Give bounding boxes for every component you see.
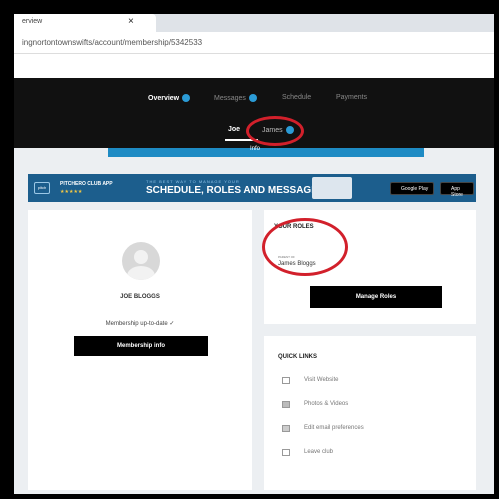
- profile-name: JOE BLOGGS: [120, 294, 160, 300]
- app-store-label: App Store: [451, 186, 463, 198]
- quick-links-card: QUICK LINKS Visit Website Photos & Video…: [264, 336, 476, 490]
- nav-payments-label: Payments: [336, 94, 368, 101]
- page-header-space: [14, 54, 494, 78]
- pitchero-logo: pitch: [34, 182, 50, 194]
- avatar-body-shape: [127, 266, 155, 280]
- quick-link-visit-website[interactable]: Visit Website: [282, 376, 462, 388]
- manage-roles-button[interactable]: Manage Roles: [310, 286, 442, 308]
- quick-link-label: Edit email preferences: [304, 425, 364, 431]
- quick-link-leave-club[interactable]: Leave club: [282, 448, 462, 460]
- info-bar-label: Info: [250, 146, 261, 152]
- nav-schedule-label: Schedule: [282, 94, 312, 101]
- nav-payments[interactable]: Payments: [336, 94, 367, 101]
- info-bar[interactable]: Info: [108, 146, 424, 157]
- browser-tab-title: erview: [22, 18, 43, 25]
- quick-link-label: Visit Website: [304, 377, 339, 383]
- screenshot-frame: erview × ingnortontownswifts/account/mem…: [0, 0, 499, 499]
- star-rating-icon: ★★★★★: [60, 189, 83, 195]
- banner-headline: SCHEDULE, ROLES AND MESSAGES: [146, 185, 325, 196]
- nav-overview[interactable]: Overview: [148, 94, 191, 102]
- browser-tab[interactable]: erview ×: [14, 14, 156, 32]
- quick-link-email-preferences[interactable]: Edit email preferences: [282, 424, 462, 436]
- avatar-head-shape: [134, 250, 148, 264]
- page-content: Info pitch PITCHERO CLUB APP ★★★★★ THE B…: [14, 146, 494, 494]
- subtab-joe[interactable]: Joe: [228, 126, 240, 133]
- nav-schedule[interactable]: Schedule: [282, 94, 311, 101]
- google-play-label: Google Play: [401, 186, 429, 192]
- camera-icon: [282, 401, 290, 408]
- nav-overview-label: Overview: [148, 94, 180, 102]
- subtab-joe-label: Joe: [228, 126, 241, 133]
- notification-badge: [182, 94, 191, 102]
- browser-tab-bar: erview ×: [14, 14, 494, 32]
- envelope-icon: [282, 425, 290, 432]
- nav-messages-label: Messages: [214, 94, 246, 102]
- app-promo-banner[interactable]: pitch PITCHERO CLUB APP ★★★★★ THE BEST W…: [28, 174, 476, 202]
- address-url: ingnortontownswifts/account/membership/5…: [22, 38, 203, 47]
- google-play-button[interactable]: Google Play: [390, 182, 434, 195]
- annotation-circle-james-tab: [246, 116, 304, 146]
- app-store-button[interactable]: App Store: [440, 182, 474, 198]
- quick-link-label: Leave club: [304, 449, 334, 455]
- exit-icon: [282, 449, 290, 456]
- close-icon[interactable]: ×: [128, 16, 134, 27]
- membership-info-button[interactable]: Membership info: [74, 336, 208, 356]
- nav-messages[interactable]: Messages: [214, 94, 257, 102]
- phone-preview-image: [312, 177, 352, 199]
- quick-link-photos-videos[interactable]: Photos & Videos: [282, 400, 462, 412]
- avatar: [122, 242, 160, 280]
- annotation-circle-roles: [262, 218, 348, 276]
- address-bar[interactable]: ingnortontownswifts/account/membership/5…: [14, 32, 494, 54]
- monitor-icon: [282, 377, 290, 384]
- banner-app-name: PITCHERO CLUB APP: [60, 181, 113, 187]
- banner-tagline: THE BEST WAY TO MANAGE YOUR: [146, 179, 240, 184]
- quick-links-title: QUICK LINKS: [278, 354, 317, 360]
- quick-link-label: Photos & Videos: [304, 401, 349, 407]
- membership-status: Membership up-to-date ✓: [105, 321, 175, 327]
- notification-badge: [248, 94, 257, 102]
- profile-card: JOE BLOGGS Membership up-to-date ✓ Membe…: [28, 210, 252, 490]
